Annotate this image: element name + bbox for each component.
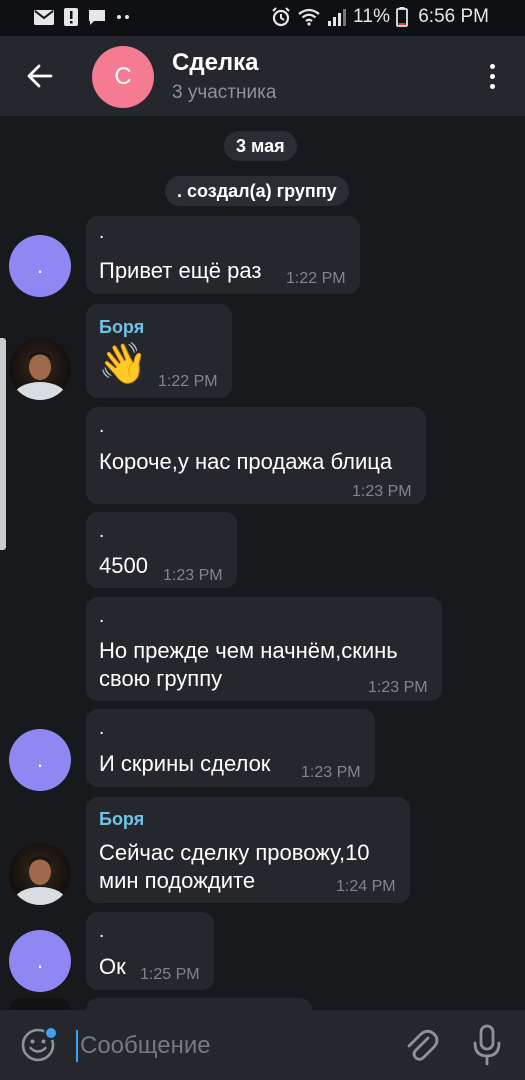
more-icon [117, 15, 129, 19]
message-bubble[interactable]: . Ок 1:25 PM [86, 912, 214, 990]
notification-dot [44, 1026, 58, 1040]
scroll-indicator[interactable] [0, 338, 6, 550]
message-text: Короче,у нас продажа блица [99, 449, 393, 474]
message-text: Ок [99, 954, 126, 979]
service-message: . создал(а) группу [165, 176, 349, 206]
message-text-line: свою группу [99, 666, 223, 691]
group-avatar[interactable]: С [92, 46, 154, 108]
signal-icon [328, 9, 347, 26]
message-time: 1:22 PM [158, 373, 218, 390]
wifi-icon [298, 8, 320, 26]
alarm-icon [272, 7, 290, 27]
message-time: 1:23 PM [368, 679, 428, 696]
avatar[interactable] [9, 843, 71, 905]
sender-name: Боря [99, 809, 145, 829]
message-bubble[interactable]: Боря 👋 1:22 PM [86, 304, 232, 398]
message-text: И скрины сделок [99, 751, 271, 776]
clock: 6:56 PM [418, 6, 489, 27]
avatar[interactable]: . [9, 930, 71, 992]
date-separator: 3 мая [224, 131, 297, 161]
back-button[interactable] [20, 56, 60, 96]
arrow-left-icon [27, 64, 53, 88]
message-time: 1:25 PM [140, 966, 200, 983]
avatar[interactable]: . [9, 235, 71, 297]
paperclip-icon[interactable] [402, 1026, 440, 1064]
chat-title[interactable]: Сделка [172, 49, 259, 77]
sender-name: . [99, 416, 105, 437]
message-text: 4500 [99, 553, 148, 578]
message-bubble[interactable]: . Короче,у нас продажа блица 1:23 PM [86, 407, 426, 504]
message-time: 1:23 PM [301, 764, 361, 781]
message-bubble[interactable]: . Но прежде чем начнём,скинь свою группу… [86, 597, 442, 701]
message-text: Привет ещё раз [99, 258, 262, 283]
avatar[interactable] [9, 338, 71, 400]
message-bubble[interactable] [86, 998, 312, 1010]
message-text-line: Но прежде чем начнём,скинь [99, 638, 398, 663]
sender-name: . [99, 222, 105, 243]
mail-icon [34, 9, 54, 25]
message-text-line: мин подождите [99, 868, 256, 893]
member-count: 3 участника [172, 82, 277, 103]
message-bubble[interactable]: Боря Сейчас сделку провожу,10 мин подожд… [86, 797, 410, 903]
message-bubble[interactable]: . Привет ещё раз 1:22 PM [86, 216, 360, 294]
user-photo [14, 351, 66, 400]
chat-header: С Сделка 3 участника [0, 36, 525, 116]
message-time: 1:24 PM [336, 878, 396, 895]
status-bar: 11% 6:56 PM [0, 0, 525, 36]
message-time: 1:23 PM [163, 567, 223, 584]
message-time: 1:23 PM [352, 483, 412, 500]
message-bubble[interactable]: . И скрины сделок 1:23 PM [86, 709, 375, 787]
message-text-line: Сейчас сделку провожу,10 [99, 840, 370, 865]
alert-icon [64, 8, 78, 26]
more-vertical-icon [489, 63, 495, 69]
microphone-icon[interactable] [470, 1024, 504, 1066]
more-vertical-dot [489, 73, 495, 79]
battery-percent: 11% [353, 6, 391, 27]
message-time: 1:22 PM [286, 270, 346, 287]
sender-name: . [99, 718, 105, 739]
message-bubble[interactable]: . 4500 1:23 PM [86, 512, 237, 588]
sender-name: . [99, 606, 105, 627]
sender-name: . [99, 921, 105, 942]
avatar[interactable]: . [9, 729, 71, 791]
message-input[interactable] [76, 1030, 376, 1062]
sender-name: Боря [99, 317, 145, 337]
avatar[interactable] [9, 998, 71, 1010]
user-photo [14, 856, 66, 905]
waving-hand-emoji: 👋 [98, 342, 148, 386]
battery-icon [396, 7, 409, 27]
more-vertical-dot [489, 83, 495, 89]
chat-icon [89, 9, 105, 25]
message-composer [0, 1010, 525, 1080]
more-menu-button[interactable] [477, 56, 507, 96]
sender-name: . [99, 521, 105, 542]
